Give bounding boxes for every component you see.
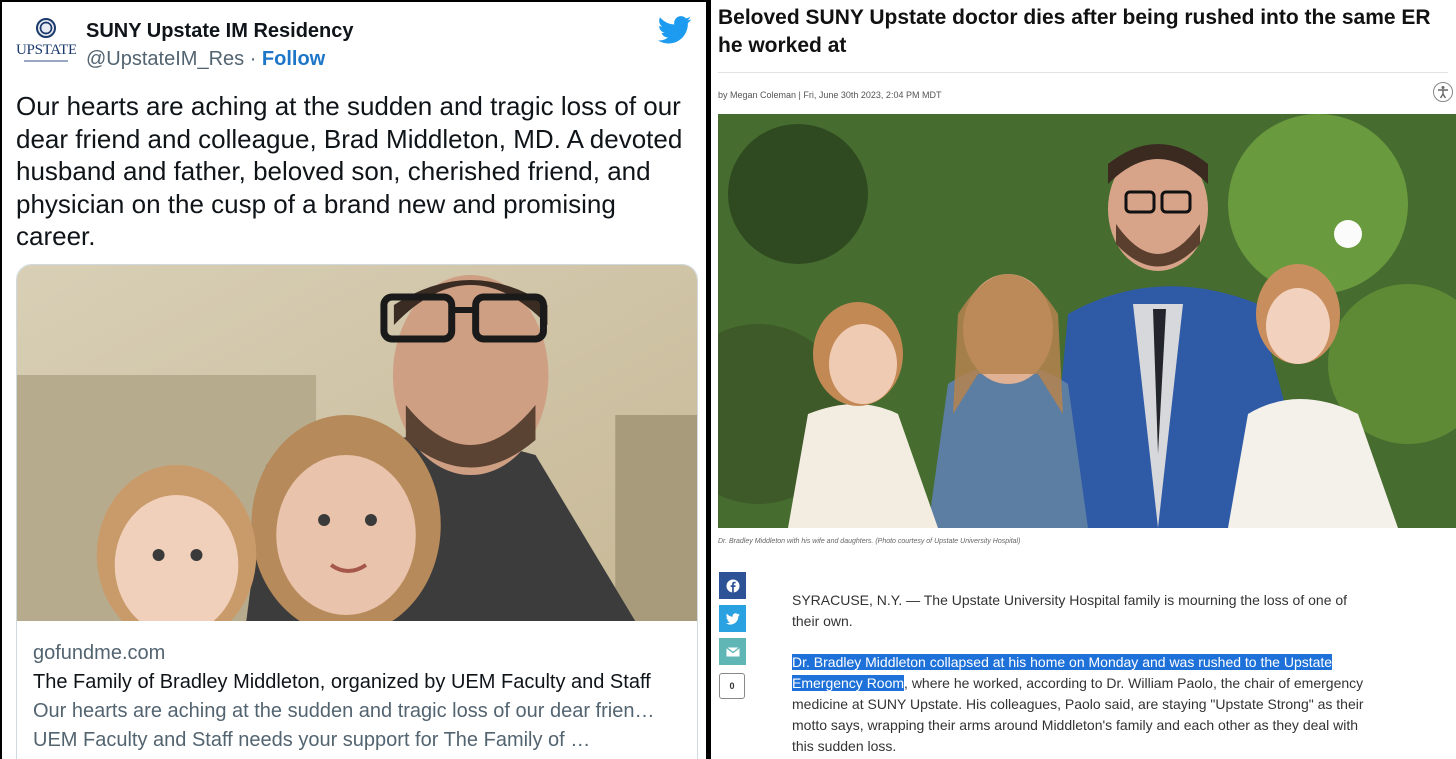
photo-caption: Dr. Bradley Middleton with his wife and … xyxy=(718,538,1021,545)
avatar-subline xyxy=(24,60,68,62)
accessibility-icon[interactable] xyxy=(1433,82,1453,102)
separator: · xyxy=(244,48,262,70)
handle[interactable]: @UpstateIM_Res xyxy=(86,48,244,70)
email-icon xyxy=(725,646,740,656)
comment-count: 0 xyxy=(729,681,735,691)
display-name[interactable]: SUNY Upstate IM Residency xyxy=(86,20,354,43)
tweet-text: Our hearts are aching at the sudden and … xyxy=(16,91,683,251)
twitter-bird-icon[interactable] xyxy=(658,16,692,44)
facebook-share-button[interactable] xyxy=(719,572,746,599)
card-meta: gofundme.com The Family of Bradley Middl… xyxy=(33,639,685,755)
article-byline: by Megan Coleman | Fri, June 30th 2023, … xyxy=(718,90,942,100)
follow-button[interactable]: Follow xyxy=(262,48,325,70)
news-article: Beloved SUNY Upstate doctor dies after b… xyxy=(711,0,1456,759)
article-paragraph-1: SYRACUSE, N.Y. — The Upstate University … xyxy=(792,592,1348,629)
card-title[interactable]: The Family of Bradley Middleton, organiz… xyxy=(33,667,685,697)
email-share-button[interactable] xyxy=(719,638,746,665)
twitter-share-button[interactable] xyxy=(719,605,746,632)
link-card[interactable]: gofundme.com The Family of Bradley Middl… xyxy=(16,264,698,759)
avatar-wordmark: UPSTATE xyxy=(16,42,76,58)
handle-row: @UpstateIM_Res · Follow xyxy=(86,48,325,71)
seal-icon xyxy=(36,18,56,38)
twitter-icon xyxy=(725,612,740,625)
tweet-header: UPSTATE SUNY Upstate IM Residency @Upsta… xyxy=(16,16,692,76)
comment-count-button[interactable]: 0 xyxy=(719,673,745,699)
facebook-icon xyxy=(726,579,739,592)
avatar[interactable]: UPSTATE xyxy=(16,16,76,74)
article-headline: Beloved SUNY Upstate doctor dies after b… xyxy=(718,6,1431,57)
card-photo xyxy=(17,265,697,621)
article-paragraph-2: Dr. Bradley Middleton collapsed at his h… xyxy=(792,652,1377,757)
card-description: Our hearts are aching at the sudden and … xyxy=(33,700,655,751)
card-domain: gofundme.com xyxy=(33,642,166,664)
article-photo xyxy=(718,114,1456,528)
headline-divider xyxy=(718,72,1448,73)
tweet-embed: UPSTATE SUNY Upstate IM Residency @Upsta… xyxy=(2,2,706,759)
